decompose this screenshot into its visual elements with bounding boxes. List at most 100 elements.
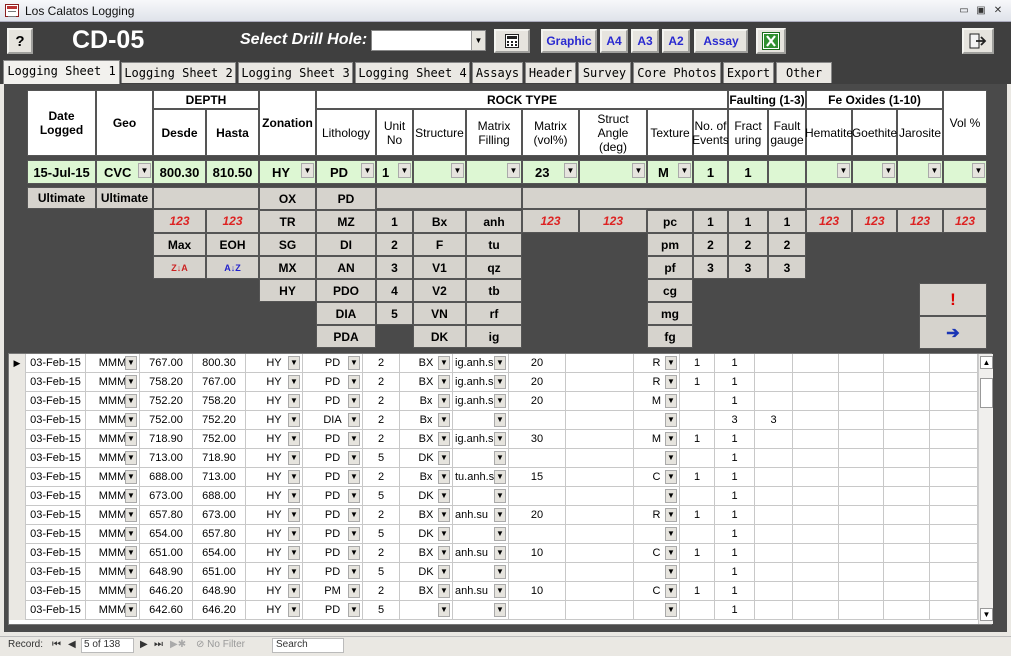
table-cell[interactable]: ▼ bbox=[634, 525, 680, 544]
chevron-down-icon[interactable]: ▼ bbox=[348, 375, 360, 389]
table-cell[interactable] bbox=[566, 354, 634, 373]
chevron-down-icon[interactable]: ▼ bbox=[494, 413, 506, 427]
lookup-unit-option[interactable]: 5 bbox=[376, 302, 413, 325]
chevron-down-icon[interactable]: ▼ bbox=[348, 508, 360, 522]
lookup-fault-option[interactable]: 1 bbox=[768, 210, 806, 233]
lookup-zonation-option[interactable]: HY bbox=[259, 279, 316, 302]
table-cell[interactable]: 2 bbox=[363, 506, 400, 525]
table-cell[interactable]: 673.00 bbox=[193, 506, 246, 525]
record-number-field[interactable]: 5 of 138 bbox=[81, 638, 134, 653]
table-cell[interactable]: HY ▼ bbox=[246, 354, 303, 373]
excel-export-button[interactable] bbox=[756, 28, 786, 54]
alert-button[interactable]: ! bbox=[919, 283, 987, 316]
search-input[interactable]: Search bbox=[272, 638, 344, 653]
table-cell[interactable]: M ▼ bbox=[634, 430, 680, 449]
table-cell[interactable]: ▼ bbox=[400, 601, 453, 620]
table-cell[interactable] bbox=[566, 449, 634, 468]
table-cell[interactable] bbox=[680, 411, 715, 430]
table-cell[interactable] bbox=[509, 601, 566, 620]
lookup-fault-option[interactable]: 3 bbox=[768, 256, 806, 279]
chevron-down-icon[interactable]: ▼ bbox=[348, 489, 360, 503]
table-cell[interactable] bbox=[566, 525, 634, 544]
table-cell[interactable] bbox=[839, 601, 884, 620]
table-cell[interactable]: MMM ▼ bbox=[86, 411, 140, 430]
desde-red-123[interactable]: 123 bbox=[153, 209, 206, 233]
lookup-fract-option[interactable]: 1 bbox=[728, 210, 768, 233]
table-cell[interactable]: 03-Feb-15 bbox=[26, 506, 86, 525]
table-cell[interactable]: 1 bbox=[715, 430, 755, 449]
entry-fault-gauge-field[interactable] bbox=[768, 160, 806, 184]
table-cell[interactable]: 2 bbox=[363, 430, 400, 449]
hematite-red-123[interactable]: 123 bbox=[806, 209, 852, 233]
entry-hasta-field[interactable]: 810.50 bbox=[206, 160, 259, 184]
table-cell[interactable]: 657.80 bbox=[140, 506, 193, 525]
chevron-down-icon[interactable]: ▼ bbox=[665, 451, 677, 465]
chevron-down-icon[interactable]: ▼ bbox=[125, 546, 137, 560]
table-cell[interactable]: 1 bbox=[680, 468, 715, 487]
table-cell[interactable]: R ▼ bbox=[634, 373, 680, 392]
chevron-down-icon[interactable]: ▼ bbox=[494, 508, 506, 522]
table-cell[interactable]: Bx ▼ bbox=[400, 392, 453, 411]
chevron-down-icon[interactable]: ▼ bbox=[494, 546, 506, 560]
ultimate-geo-button[interactable]: Ultimate bbox=[96, 187, 153, 209]
chevron-down-icon[interactable]: ▼ bbox=[288, 413, 300, 427]
chevron-down-icon[interactable]: ▼ bbox=[348, 432, 360, 446]
prev-record-icon[interactable]: ◀ bbox=[68, 639, 76, 650]
table-cell[interactable]: PD ▼ bbox=[303, 392, 363, 411]
chevron-down-icon[interactable]: ▼ bbox=[125, 565, 137, 579]
tab-logging-sheet-4[interactable]: Logging Sheet 4 bbox=[355, 62, 470, 83]
table-cell[interactable]: 1 bbox=[715, 468, 755, 487]
table-cell[interactable]: ▼ bbox=[453, 563, 509, 582]
chevron-down-icon[interactable]: ▼ bbox=[438, 394, 450, 408]
entry-structure-select[interactable]: ▼ bbox=[413, 160, 466, 184]
table-cell[interactable] bbox=[793, 373, 839, 392]
table-cell[interactable] bbox=[839, 392, 884, 411]
table-cell[interactable]: 20 bbox=[509, 392, 566, 411]
chevron-down-icon[interactable]: ▼ bbox=[348, 451, 360, 465]
table-cell[interactable]: 10 bbox=[509, 582, 566, 601]
table-cell[interactable]: 1 bbox=[680, 582, 715, 601]
row-selector[interactable] bbox=[9, 449, 26, 468]
chevron-down-icon[interactable]: ▼ bbox=[438, 489, 450, 503]
lookup-filling-option[interactable]: rf bbox=[466, 302, 522, 325]
a4-button[interactable]: A4 bbox=[600, 29, 628, 53]
table-cell[interactable]: PD ▼ bbox=[303, 487, 363, 506]
table-cell[interactable]: 673.00 bbox=[140, 487, 193, 506]
table-cell[interactable]: 03-Feb-15 bbox=[26, 487, 86, 506]
chevron-down-icon[interactable]: ▼ bbox=[665, 489, 677, 503]
row-selector[interactable] bbox=[9, 430, 26, 449]
table-cell[interactable] bbox=[566, 373, 634, 392]
table-cell[interactable]: 03-Feb-15 bbox=[26, 449, 86, 468]
table-cell[interactable] bbox=[755, 544, 793, 563]
table-cell[interactable] bbox=[755, 354, 793, 373]
chevron-down-icon[interactable]: ▼ bbox=[288, 546, 300, 560]
table-cell[interactable]: PD ▼ bbox=[303, 430, 363, 449]
table-cell[interactable] bbox=[793, 563, 839, 582]
table-cell[interactable]: 752.00 bbox=[193, 430, 246, 449]
table-cell[interactable] bbox=[884, 506, 930, 525]
row-selector[interactable] bbox=[9, 373, 26, 392]
table-cell[interactable] bbox=[930, 411, 978, 430]
table-cell[interactable]: MMM ▼ bbox=[86, 430, 140, 449]
table-cell[interactable] bbox=[884, 354, 930, 373]
table-cell[interactable]: ig.anh.su ▼ bbox=[453, 392, 509, 411]
table-cell[interactable] bbox=[566, 430, 634, 449]
table-cell[interactable]: PD ▼ bbox=[303, 468, 363, 487]
table-cell[interactable] bbox=[930, 392, 978, 411]
lookup-lithology-option[interactable]: DIA bbox=[316, 302, 376, 325]
table-cell[interactable]: 752.20 bbox=[140, 392, 193, 411]
lookup-fault-option[interactable]: 2 bbox=[768, 233, 806, 256]
table-cell[interactable] bbox=[884, 373, 930, 392]
chevron-down-icon[interactable]: ▼ bbox=[494, 565, 506, 579]
table-cell[interactable] bbox=[884, 392, 930, 411]
table-cell[interactable]: HY ▼ bbox=[246, 430, 303, 449]
angle-red-123[interactable]: 123 bbox=[579, 209, 647, 233]
chevron-down-icon[interactable]: ▼ bbox=[288, 527, 300, 541]
table-cell[interactable]: ▼ bbox=[453, 487, 509, 506]
table-cell[interactable]: Bx ▼ bbox=[400, 468, 453, 487]
table-cell[interactable] bbox=[839, 506, 884, 525]
chevron-down-icon[interactable]: ▼ bbox=[665, 546, 677, 560]
table-cell[interactable]: MMM ▼ bbox=[86, 525, 140, 544]
table-cell[interactable]: 03-Feb-15 bbox=[26, 601, 86, 620]
table-cell[interactable]: R ▼ bbox=[634, 506, 680, 525]
